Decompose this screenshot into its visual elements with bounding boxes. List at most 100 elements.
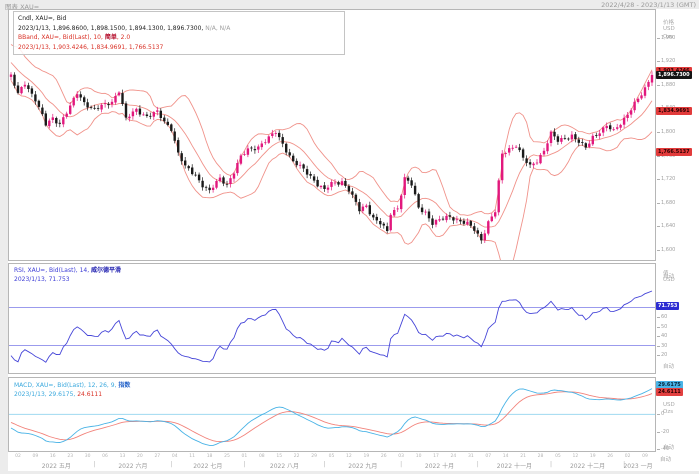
axis-tick-mark <box>657 250 660 251</box>
axis-tick-label: 1,680 <box>661 200 675 206</box>
time-axis-day-tick: 09 <box>33 454 39 459</box>
axis-tick-mark <box>657 203 660 204</box>
rsi-axis-unit-label: 值 <box>663 269 669 277</box>
time-axis-month-separator: | <box>170 461 172 468</box>
axis-tick-mark <box>657 346 660 347</box>
time-axis-day-tick: 09 <box>642 454 648 459</box>
axis-tick-label: 20 <box>661 352 667 358</box>
price-axis-unit-label: 价格 <box>663 18 674 26</box>
time-axis-day-tick: 29 <box>311 454 317 459</box>
candlesticks <box>10 71 653 243</box>
time-axis-month-label: 2022 八月 <box>270 461 299 470</box>
time-axis-month-separator: | <box>400 461 402 468</box>
time-axis-month-label: 2022 六月 <box>118 461 147 470</box>
time-axis-day-tick: 02 <box>15 454 21 459</box>
time-axis-day-tick: 24 <box>451 454 457 459</box>
time-axis-day-tick: 31 <box>468 454 474 459</box>
axis-tick-mark <box>657 226 660 227</box>
legend-bband-values: 2023/1/13, 1,903.4246, 1,834.9691, 1,766… <box>18 43 340 53</box>
time-axis-month-separator: | <box>477 461 479 468</box>
axis-tick-label: 1,880 <box>661 82 675 88</box>
time-axis-day-tick: 17 <box>433 454 439 459</box>
time-axis-day-tick: 28 <box>538 454 544 459</box>
axis-tick-label: 1,800 <box>661 129 675 135</box>
time-axis-day-tick: 25 <box>224 454 230 459</box>
axis-tick-label: 1,720 <box>661 176 675 182</box>
time-axis-day-tick: 16 <box>50 454 56 459</box>
rsi-plot <box>9 291 655 362</box>
time-axis-day-tick: 19 <box>363 454 369 459</box>
axis-tick-mark <box>657 38 660 39</box>
axis-tick-label: 1,920 <box>661 58 675 64</box>
axis-tick-label: -20 <box>661 429 669 435</box>
bband-value-badge: 1,766.5137 <box>656 148 692 156</box>
time-axis-day-tick: 07 <box>485 454 491 459</box>
rsi-legend[interactable]: RSI, XAU=, Bid(Last), 14, 威尔德平滑 2023/1/1… <box>14 266 121 284</box>
time-axis-month-label: 2022 七月 <box>193 461 222 470</box>
axis-tick-mark <box>657 61 660 62</box>
macd-legend[interactable]: MACD, XAU=, Bid(Last), 12, 26, 9, 指数 202… <box>14 381 130 399</box>
time-axis-day-tick: 10 <box>416 454 422 459</box>
time-axis-month-separator: | <box>324 461 326 468</box>
time-axis-day-tick: 11 <box>189 454 195 459</box>
chart-canvas[interactable] <box>0 0 699 474</box>
price-axis[interactable]: 价格USDOzs1,9601,9201,8801,8401,8001,7601,… <box>656 9 699 261</box>
macd-axis-unit-label: USD <box>663 402 675 408</box>
axis-tick-label: 50 <box>661 324 667 330</box>
time-axis-day-tick: 03 <box>398 454 404 459</box>
legend-macd-series[interactable]: MACD, XAU=, Bid(Last), 12, 26, 9, 指数 <box>14 381 130 390</box>
axis-tick-label: 60 <box>661 314 667 320</box>
price-legend-box[interactable]: Cndl, XAU=, Bid 2023/1/13, 1,896.8600, 1… <box>13 11 345 55</box>
time-axis-month-label: 2022 十二月 <box>570 461 605 470</box>
chart-application-window: 图表 XAU= 2022/4/28 - 2023/1/13 (GMT) Cndl… <box>0 0 699 474</box>
time-axis-day-tick: 05 <box>555 454 561 459</box>
axis-tick-mark <box>657 449 660 450</box>
time-axis-day-tick: 14 <box>503 454 509 459</box>
time-axis-day-tick: 27 <box>154 454 160 459</box>
axis-tick-mark <box>657 355 660 356</box>
legend-bband-series[interactable]: BBand, XAU=, Bid(Last), 10, 简单, 2.0 <box>18 33 340 43</box>
legend-candle-values: 2023/1/13, 1,896.8600, 1,898.1500, 1,894… <box>18 24 340 34</box>
time-axis-day-tick: 23 <box>67 454 73 459</box>
time-axis-month-label: 2022 五月 <box>42 461 71 470</box>
axis-tick-mark <box>657 336 660 337</box>
time-axis-day-tick: 02 <box>625 454 631 459</box>
time-axis-day-tick: 05 <box>329 454 335 459</box>
time-axis-month-label: 2023 一月 <box>623 461 652 470</box>
time-axis-day-tick: 06 <box>102 454 108 459</box>
time-axis[interactable]: 0209162330061320270411182501081522290512… <box>8 452 699 472</box>
time-axis-day-tick: 12 <box>346 454 352 459</box>
axis-tick-mark <box>657 432 660 433</box>
time-axis-month-label: 2022 十月 <box>425 461 454 470</box>
axis-tick-label: 1,600 <box>661 247 675 253</box>
macd-signal-badge: 24.6111 <box>656 388 683 396</box>
time-axis-month-separator: | <box>243 461 245 468</box>
legend-macd-values: 2023/1/13, 29.6175, 24.6111 <box>14 390 130 399</box>
axis-tick-mark <box>657 327 660 328</box>
bband-value-badge: 1,834.9691 <box>656 107 692 115</box>
time-axis-month-separator: | <box>550 461 552 468</box>
rsi-axis[interactable]: 值USD6050403020自动 <box>656 263 699 374</box>
time-axis-day-tick: 12 <box>572 454 578 459</box>
time-axis-day-tick: 18 <box>207 454 213 459</box>
macd-axis-auto-label: 自动 <box>663 443 674 451</box>
axis-tick-mark <box>657 414 660 415</box>
time-axis-day-tick: 13 <box>120 454 126 459</box>
time-axis-day-tick: 19 <box>590 454 596 459</box>
legend-rsi-series[interactable]: RSI, XAU=, Bid(Last), 14, 威尔德平滑 <box>14 266 121 275</box>
macd-axis-unit-label: Ozs <box>663 409 673 415</box>
rsi-axis-auto-label: 自动 <box>663 362 674 370</box>
time-axis-day-tick: 08 <box>259 454 265 459</box>
time-axis-day-tick: 01 <box>242 454 248 459</box>
time-axis-day-tick: 30 <box>85 454 91 459</box>
axis-tick-label: 1,960 <box>661 35 675 41</box>
time-axis-day-tick: 15 <box>276 454 282 459</box>
bollinger-bands <box>11 45 652 271</box>
legend-rsi-value: 2023/1/13, 71.753 <box>14 275 121 284</box>
time-axis-day-tick: 26 <box>381 454 387 459</box>
axis-tick-label: 40 <box>661 333 667 339</box>
time-axis-day-tick: 04 <box>172 454 178 459</box>
legend-candle-series[interactable]: Cndl, XAU=, Bid <box>18 14 340 24</box>
axis-tick-mark <box>657 317 660 318</box>
time-axis-month-separator: | <box>94 461 96 468</box>
